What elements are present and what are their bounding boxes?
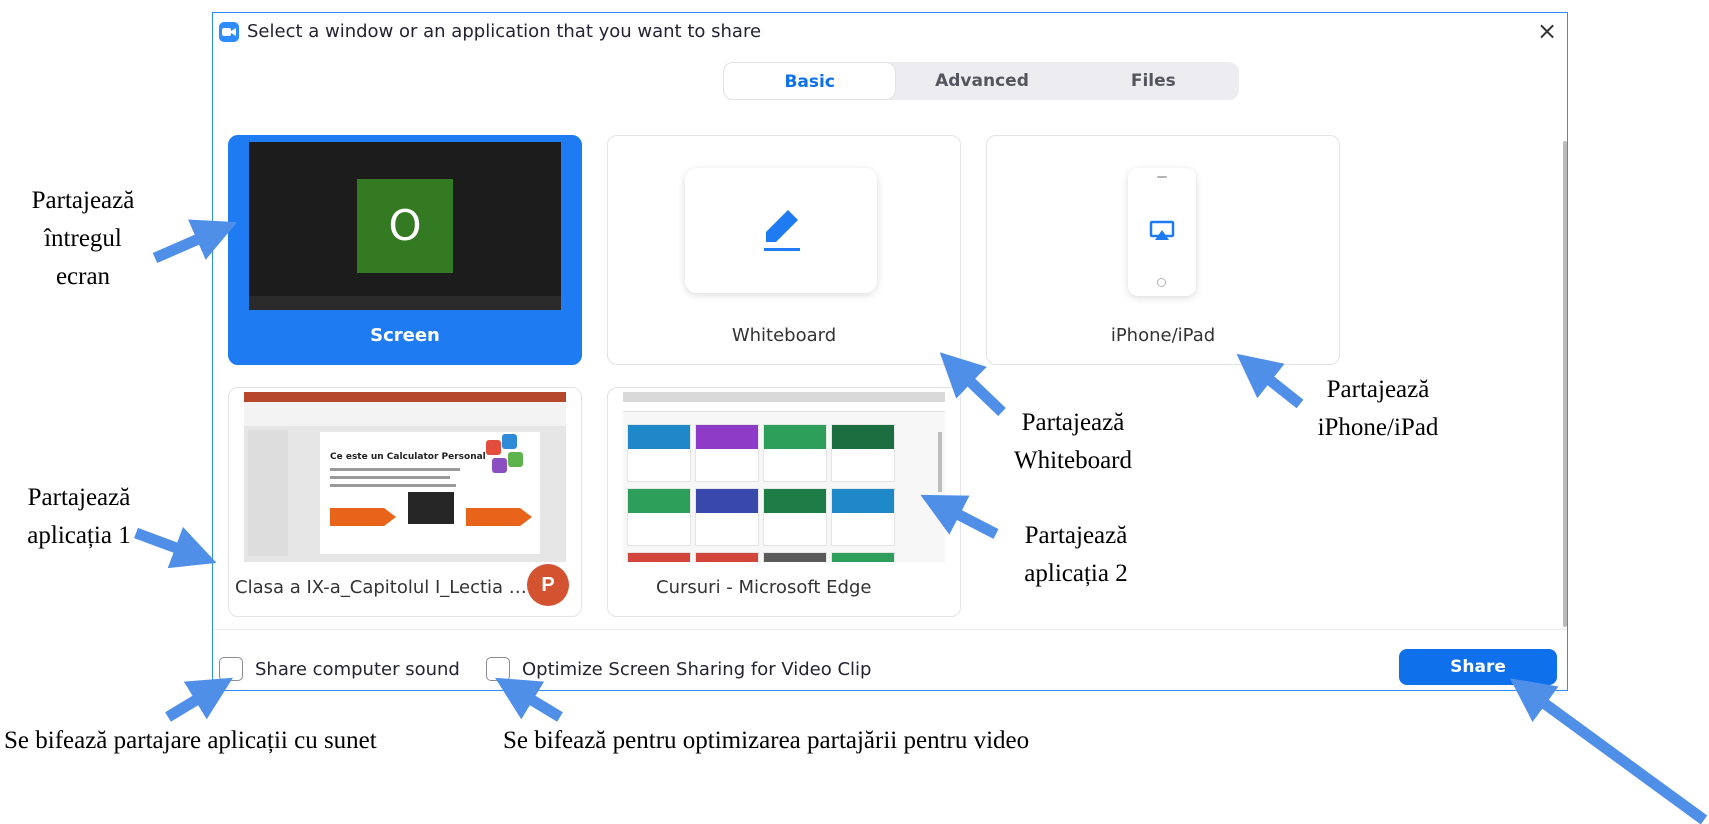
annotation-arrows (134, 219, 1708, 824)
arrow-optimize-video (495, 677, 563, 722)
arrow-share-sound (165, 677, 233, 722)
arrow-share-button (1510, 678, 1708, 824)
arrow-app2 (920, 494, 999, 539)
arrow-iphone (1236, 353, 1304, 409)
arrow-app1 (134, 526, 217, 569)
arrow-whiteboard (939, 352, 1006, 416)
arrow-entire-screen (152, 219, 238, 264)
